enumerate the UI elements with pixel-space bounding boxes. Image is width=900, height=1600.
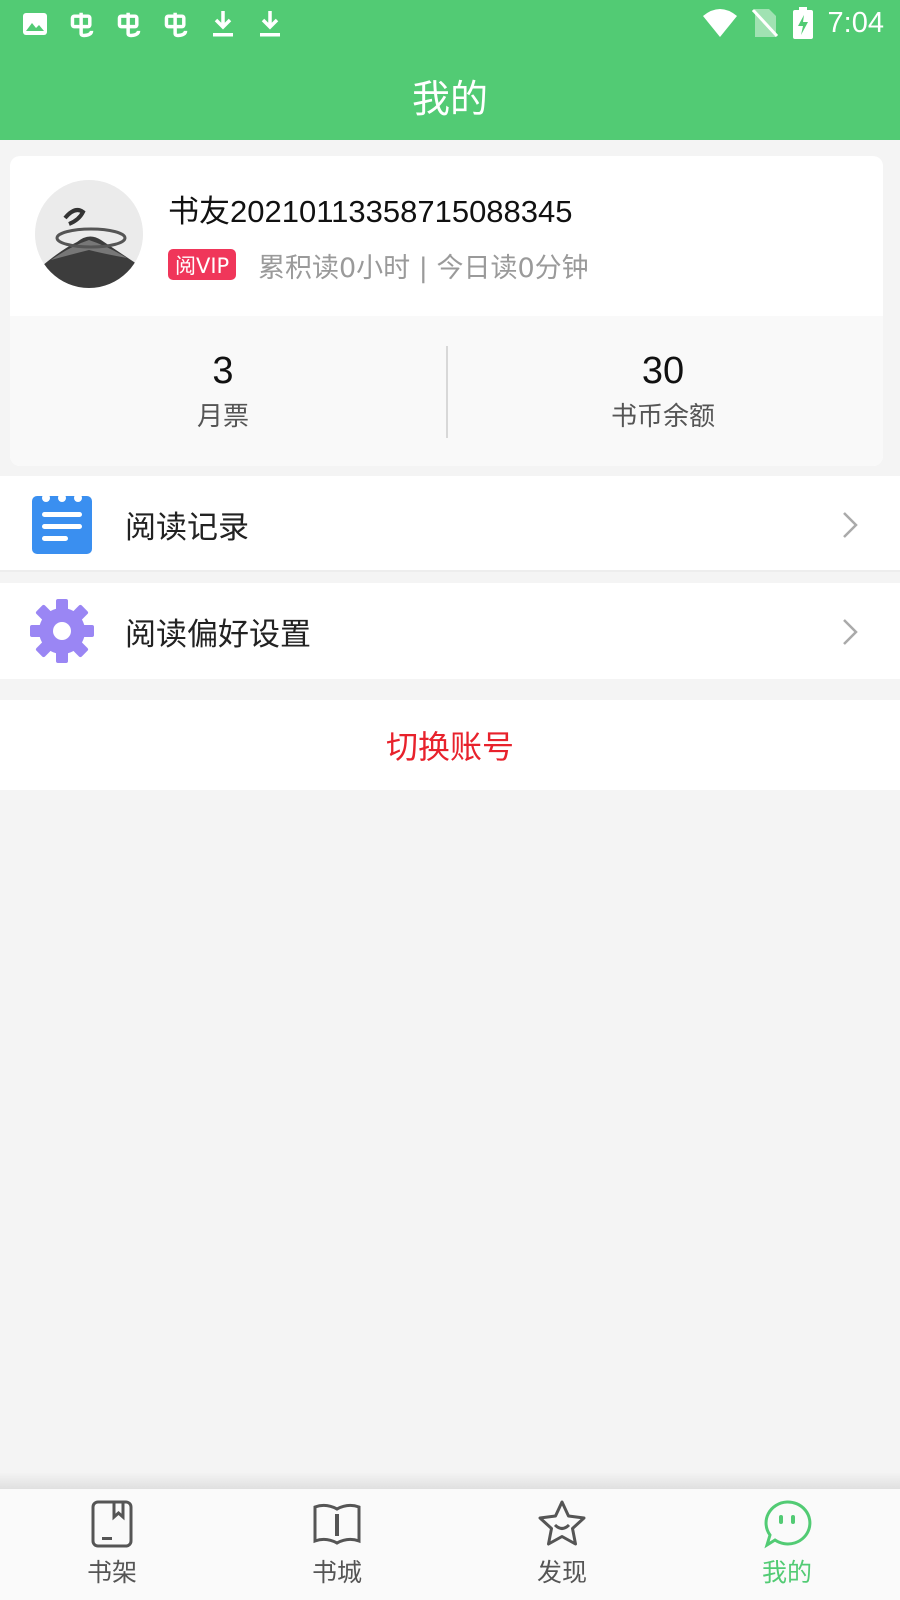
nav-label: 我的 [761,1558,812,1587]
nav-label: 书城 [311,1558,362,1587]
book-open-icon [277,1499,397,1549]
menu-item-reading-preferences[interactable]: 阅读偏好设置 [0,583,900,679]
stat-divider [446,346,448,438]
nav-item-discover[interactable]: 发现 [502,1499,622,1589]
wifi-icon [702,8,738,38]
nav-shadow [0,1472,900,1488]
account-stats: 3 月票 30 书币余额 [10,316,883,466]
page-title: 我的 [0,50,900,140]
chat-bubble-icon [727,1499,847,1549]
avatar[interactable] [35,180,143,288]
download-icon [257,9,283,39]
no-sim-icon [751,7,778,39]
profile-card[interactable]: 书友20210113358715088345 阅VIP 累积读0小时 | 今日读… [10,156,883,466]
nav-item-bookstore[interactable]: 书城 [277,1499,397,1589]
nav-item-bookshelf[interactable]: 书架 [52,1499,172,1589]
stat-label: 书币余额 [610,402,715,432]
stat-coin-balance[interactable]: 30 书币余额 [513,350,813,433]
divider [0,570,900,572]
reading-time-stats: 累积读0小时 | 今日读0分钟 [258,253,589,284]
vip-badge: 阅VIP [168,249,237,280]
username: 书友20210113358715088345 [168,194,573,229]
status-time: 7:04 [827,6,884,39]
stat-label: 月票 [196,402,249,432]
gear-icon [30,599,94,663]
chevron-right-icon [840,510,860,540]
star-icon [502,1499,622,1549]
stat-monthly-tickets[interactable]: 3 月票 [73,350,373,433]
notification-icons [22,9,304,39]
bookshelf-icon [52,1499,172,1549]
system-status: 7:04 [702,6,884,40]
switch-account-button[interactable]: 切换账号 [0,700,900,790]
chevron-right-icon [840,617,860,647]
document-list-icon [30,492,94,556]
nav-item-mine[interactable]: 我的 [727,1499,847,1589]
menu-item-reading-history[interactable]: 阅读记录 [0,476,900,572]
bug-icon [116,9,142,39]
status-bar: 7:04 [0,0,900,50]
battery-charging-icon [792,6,814,40]
bug-icon [69,9,95,39]
download-icon [210,9,236,39]
menu-item-label: 阅读记录 [125,509,249,546]
stat-value: 3 [212,350,234,392]
nav-label: 发现 [536,1558,587,1587]
image-icon [22,9,48,39]
stat-value: 30 [641,350,685,392]
bug-icon [163,9,189,39]
menu-item-label: 阅读偏好设置 [125,616,311,653]
nav-label: 书架 [86,1558,137,1587]
bottom-nav: 书架 书城 发现 我的 [0,1488,900,1600]
